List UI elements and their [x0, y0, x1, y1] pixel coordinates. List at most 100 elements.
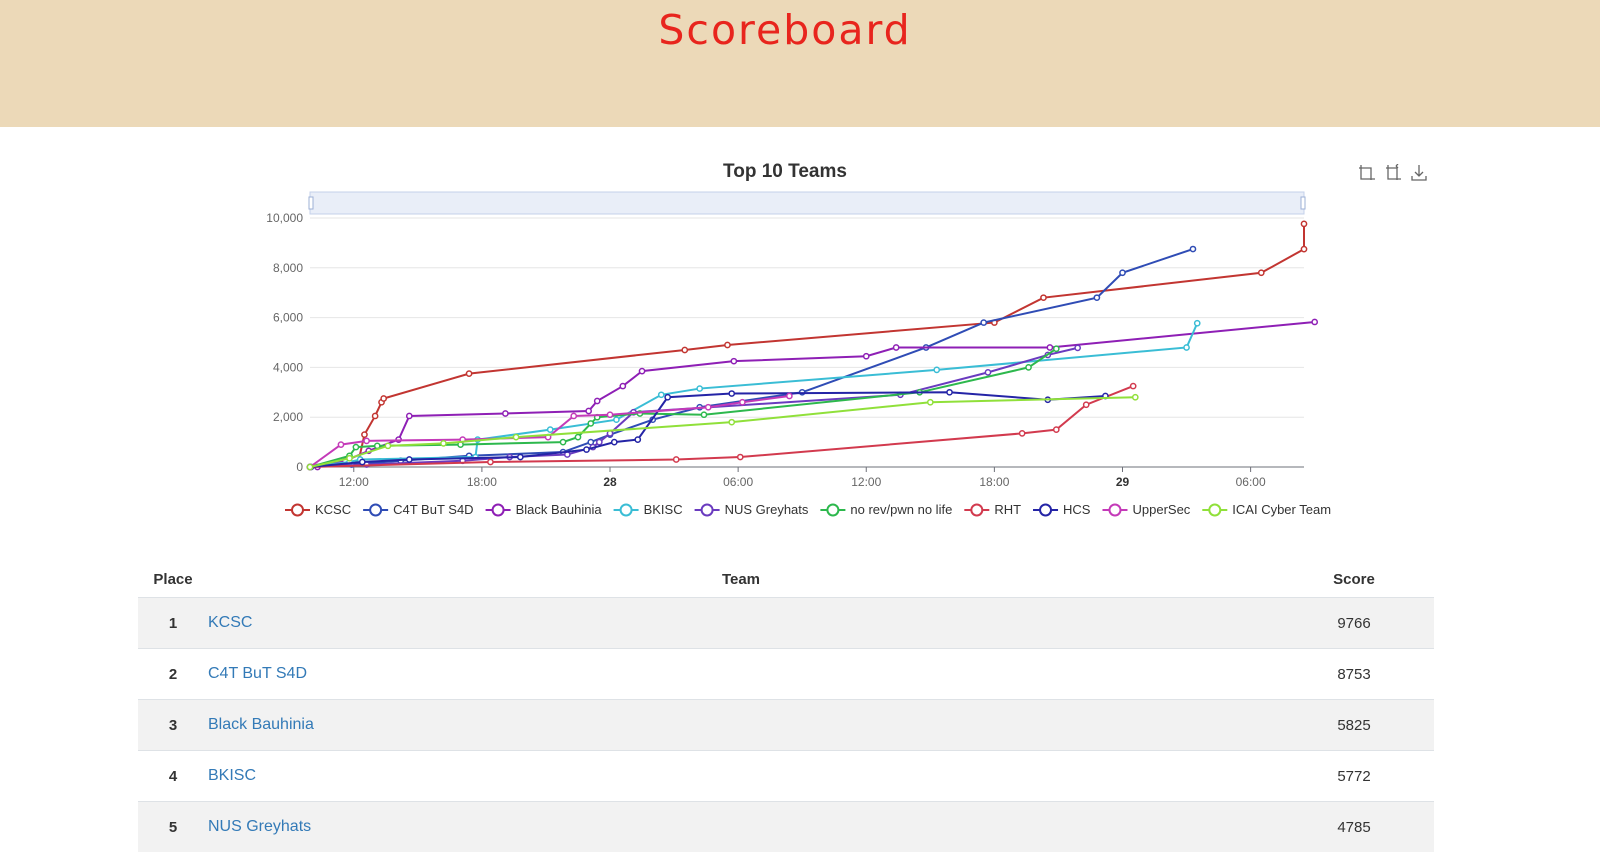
- data-point: [894, 345, 899, 350]
- legend-label: RHT: [994, 502, 1021, 517]
- data-point: [548, 427, 553, 432]
- data-point: [347, 456, 352, 461]
- data-point: [682, 347, 687, 352]
- data-point: [360, 459, 365, 464]
- place-cell: 3: [138, 700, 208, 751]
- data-point: [518, 454, 523, 459]
- data-point: [575, 435, 580, 440]
- legend-item[interactable]: BKISC: [614, 502, 683, 517]
- data-point: [787, 393, 792, 398]
- zoom-slider-handle[interactable]: [309, 197, 313, 209]
- legend-label: NUS Greyhats: [725, 502, 809, 517]
- data-point: [981, 320, 986, 325]
- team-link[interactable]: BKISC: [208, 767, 256, 784]
- legend-item[interactable]: UpperSec: [1102, 502, 1190, 517]
- x-tick-label: 18:00: [979, 475, 1009, 489]
- zoom-slider[interactable]: [310, 192, 1304, 214]
- legend-label: ICAI Cyber Team: [1232, 502, 1331, 517]
- team-header: Team: [208, 561, 1274, 598]
- data-point: [934, 367, 939, 372]
- team-link[interactable]: C4T BuT S4D: [208, 665, 307, 682]
- place-header: Place: [138, 561, 208, 598]
- zoom-icon[interactable]: [1358, 164, 1376, 182]
- data-point: [571, 413, 576, 418]
- place-cell: 4: [138, 751, 208, 802]
- x-tick-label: 28: [603, 475, 617, 489]
- data-point: [665, 395, 670, 400]
- chart-title: Top 10 Teams: [723, 161, 847, 182]
- team-link[interactable]: KCSC: [208, 614, 252, 631]
- data-point: [381, 396, 386, 401]
- data-point: [513, 435, 518, 440]
- legend-marker: [1040, 505, 1051, 516]
- data-point: [729, 391, 734, 396]
- data-point: [584, 447, 589, 452]
- data-point: [1047, 345, 1052, 350]
- legend-item[interactable]: KCSC: [285, 502, 351, 517]
- data-point: [1054, 427, 1059, 432]
- chart-toolbox: [1358, 164, 1428, 182]
- data-point: [1195, 321, 1200, 326]
- legend-item[interactable]: no rev/pwn no life: [820, 502, 952, 517]
- y-tick-label: 0: [296, 460, 303, 474]
- table-row: 1 KCSC 9766: [138, 598, 1434, 649]
- data-point: [864, 354, 869, 359]
- data-point: [373, 413, 378, 418]
- data-point: [588, 421, 593, 426]
- legend-marker: [1209, 505, 1220, 516]
- data-point: [729, 420, 734, 425]
- score-cell: 4785: [1274, 802, 1434, 852]
- legend-item[interactable]: ICAI Cyber Team: [1202, 502, 1331, 517]
- data-point: [731, 359, 736, 364]
- data-point: [1190, 246, 1195, 251]
- data-point: [1133, 395, 1138, 400]
- team-link[interactable]: NUS Greyhats: [208, 818, 311, 835]
- legend-label: UpperSec: [1132, 502, 1190, 517]
- x-tick-label: 06:00: [1236, 475, 1266, 489]
- data-point: [738, 454, 743, 459]
- y-tick-label: 2,000: [273, 410, 303, 424]
- data-point: [1075, 345, 1080, 350]
- data-point: [560, 440, 565, 445]
- data-point: [1054, 346, 1059, 351]
- zoom-slider-handle[interactable]: [1301, 197, 1305, 209]
- score-cell: 8753: [1274, 649, 1434, 700]
- data-point: [614, 417, 619, 422]
- legend-item[interactable]: NUS Greyhats: [695, 502, 809, 517]
- data-point: [1301, 247, 1306, 252]
- legend-item[interactable]: HCS: [1033, 502, 1091, 517]
- data-point: [1084, 402, 1089, 407]
- data-point: [503, 411, 508, 416]
- y-tick-label: 6,000: [273, 311, 303, 325]
- data-point: [338, 442, 343, 447]
- table-header-row: Place Team Score: [138, 561, 1434, 598]
- data-point: [385, 443, 390, 448]
- data-point: [740, 400, 745, 405]
- download-icon[interactable]: [1410, 164, 1428, 182]
- team-link[interactable]: Black Bauhinia: [208, 716, 314, 733]
- legend-marker: [292, 505, 303, 516]
- legend-item[interactable]: RHT: [964, 502, 1021, 517]
- legend-item[interactable]: Black Bauhinia: [486, 502, 603, 517]
- y-tick-label: 8,000: [273, 261, 303, 275]
- score-chart[interactable]: Top 10 Teams02,0004,0006,0008,00010,0001…: [0, 150, 1600, 530]
- table-row: 4 BKISC 5772: [138, 751, 1434, 802]
- legend-item[interactable]: C4T BuT S4D: [363, 502, 473, 517]
- legend-marker: [1109, 505, 1120, 516]
- data-point: [607, 412, 612, 417]
- legend-label: HCS: [1063, 502, 1091, 517]
- legend-marker: [493, 505, 504, 516]
- data-point: [466, 371, 471, 376]
- x-tick-label: 06:00: [723, 475, 753, 489]
- legend-marker: [702, 505, 713, 516]
- x-tick-label: 29: [1116, 475, 1130, 489]
- legend-marker: [621, 505, 632, 516]
- data-point: [1259, 270, 1264, 275]
- data-point: [597, 440, 602, 445]
- data-point: [612, 440, 617, 445]
- data-point: [595, 398, 600, 403]
- data-point: [364, 438, 369, 443]
- y-tick-label: 4,000: [273, 360, 303, 374]
- zoom-reset-icon[interactable]: [1384, 164, 1402, 182]
- data-point: [706, 405, 711, 410]
